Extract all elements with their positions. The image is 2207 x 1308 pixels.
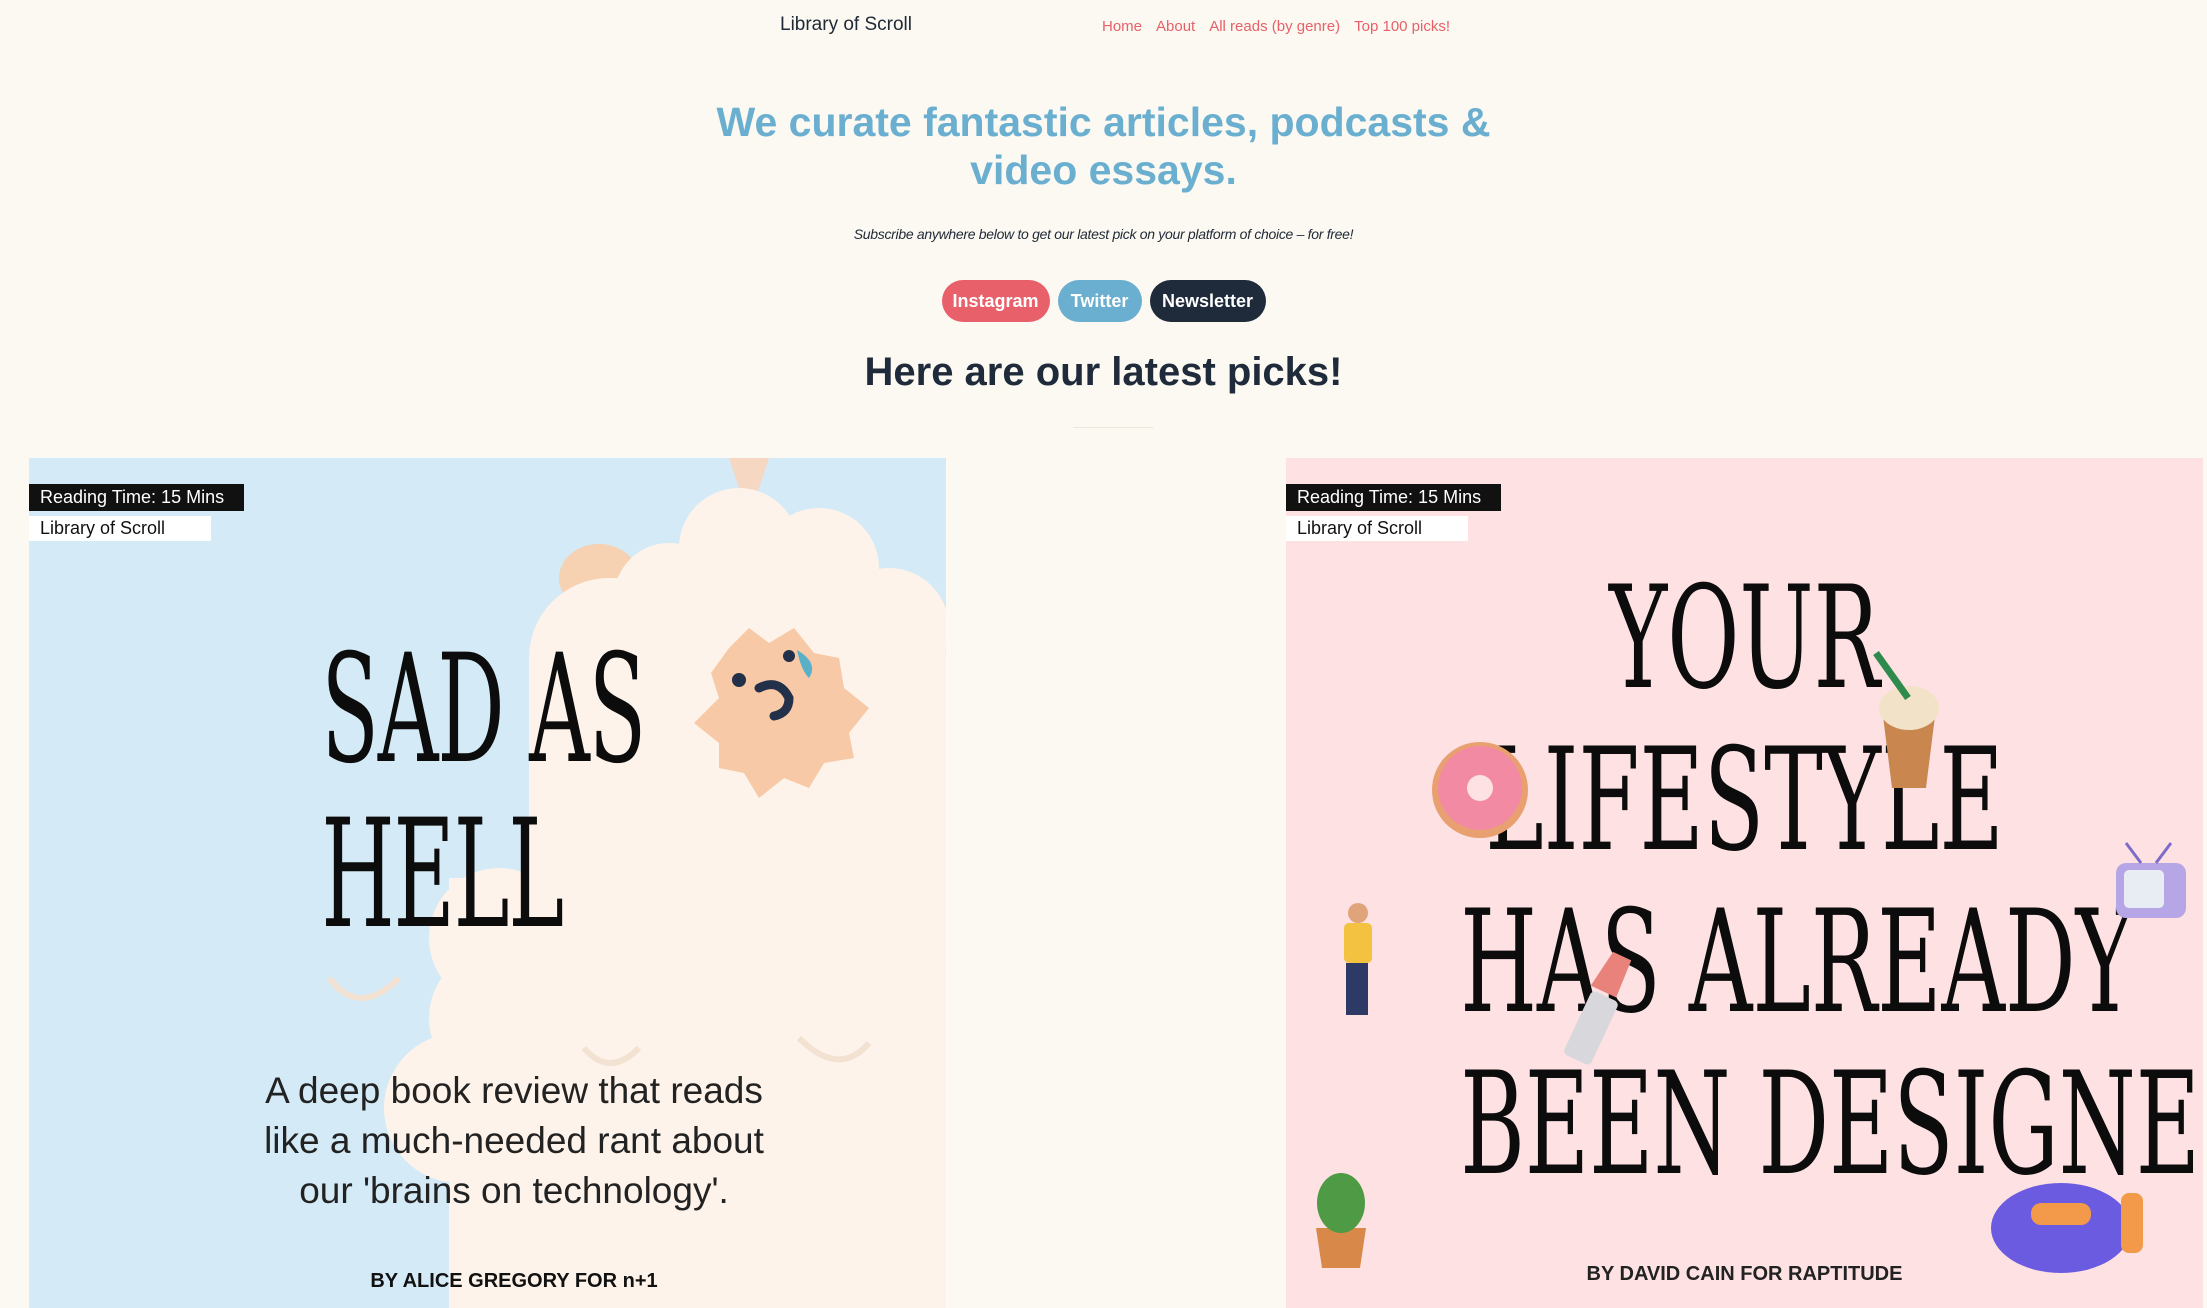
decor-objects (1316, 650, 2186, 1273)
newsletter-button[interactable]: Newsletter (1149, 280, 1266, 322)
main-nav: Home About All reads (by genre) Top 100 … (1102, 18, 1450, 35)
gym-bag-icon (1991, 1183, 2143, 1273)
instagram-button[interactable]: Instagram (941, 280, 1050, 322)
nav-top-100-link[interactable]: Top 100 picks! (1354, 18, 1450, 35)
hero-line-2: video essays. (970, 147, 1237, 193)
card-description-line: A deep book review that reads (265, 1070, 763, 1111)
cactus-icon (1316, 1173, 1366, 1268)
card-title-line: SAD AS (321, 623, 646, 797)
card-description: A deep book review that reads like a muc… (189, 1066, 839, 1216)
top-bar: Library of Scroll Home About All reads (… (0, 0, 2207, 56)
site-brand[interactable]: Library of Scroll (780, 14, 912, 36)
card-description-line: like a much-needed rant about (264, 1120, 764, 1161)
card-title-line: HELL (321, 788, 564, 962)
card-byline: BY DAVID CAIN FOR RAPTITUDE (1586, 1263, 1903, 1285)
section-title: Here are our latest picks! (864, 350, 1343, 394)
nav-all-reads-link[interactable]: All reads (by genre) (1209, 18, 1340, 35)
hero-headline: We curate fantastic articles, podcasts &… (0, 98, 2207, 194)
tv-icon (2116, 842, 2186, 918)
delivery-person-icon (1344, 903, 1372, 1015)
coffee-cup-icon (1873, 650, 1939, 788)
reading-time-badge: Reading Time: 15 Mins (29, 484, 245, 511)
twitter-button[interactable]: Twitter (1057, 280, 1142, 322)
card-byline: BY ALICE GREGORY FOR n+1 (370, 1270, 658, 1292)
subscribe-buttons: Instagram Twitter Newsletter (0, 280, 2207, 322)
pick-card-sad-as-hell[interactable]: Reading Time: 15 Mins Library of Scroll … (29, 458, 946, 1308)
publisher-badge: Library of Scroll (29, 516, 212, 541)
hero-line-1: We curate fantastic articles, podcasts & (716, 99, 1491, 145)
nav-home-link[interactable]: Home (1102, 18, 1142, 35)
subscribe-text: Subscribe anywhere below to get our late… (853, 226, 1354, 242)
card-description-line: our 'brains on technology'. (299, 1170, 729, 1211)
pick-card-lifestyle-designed[interactable]: Reading Time: 15 Mins Library of Scroll … (1286, 458, 2203, 1308)
nav-about-link[interactable]: About (1156, 18, 1195, 35)
donut-icon (1432, 742, 1528, 838)
divider (1073, 427, 1153, 428)
lipstick-icon (1564, 951, 1632, 1065)
card-title: SAD AS HELL (321, 623, 646, 962)
